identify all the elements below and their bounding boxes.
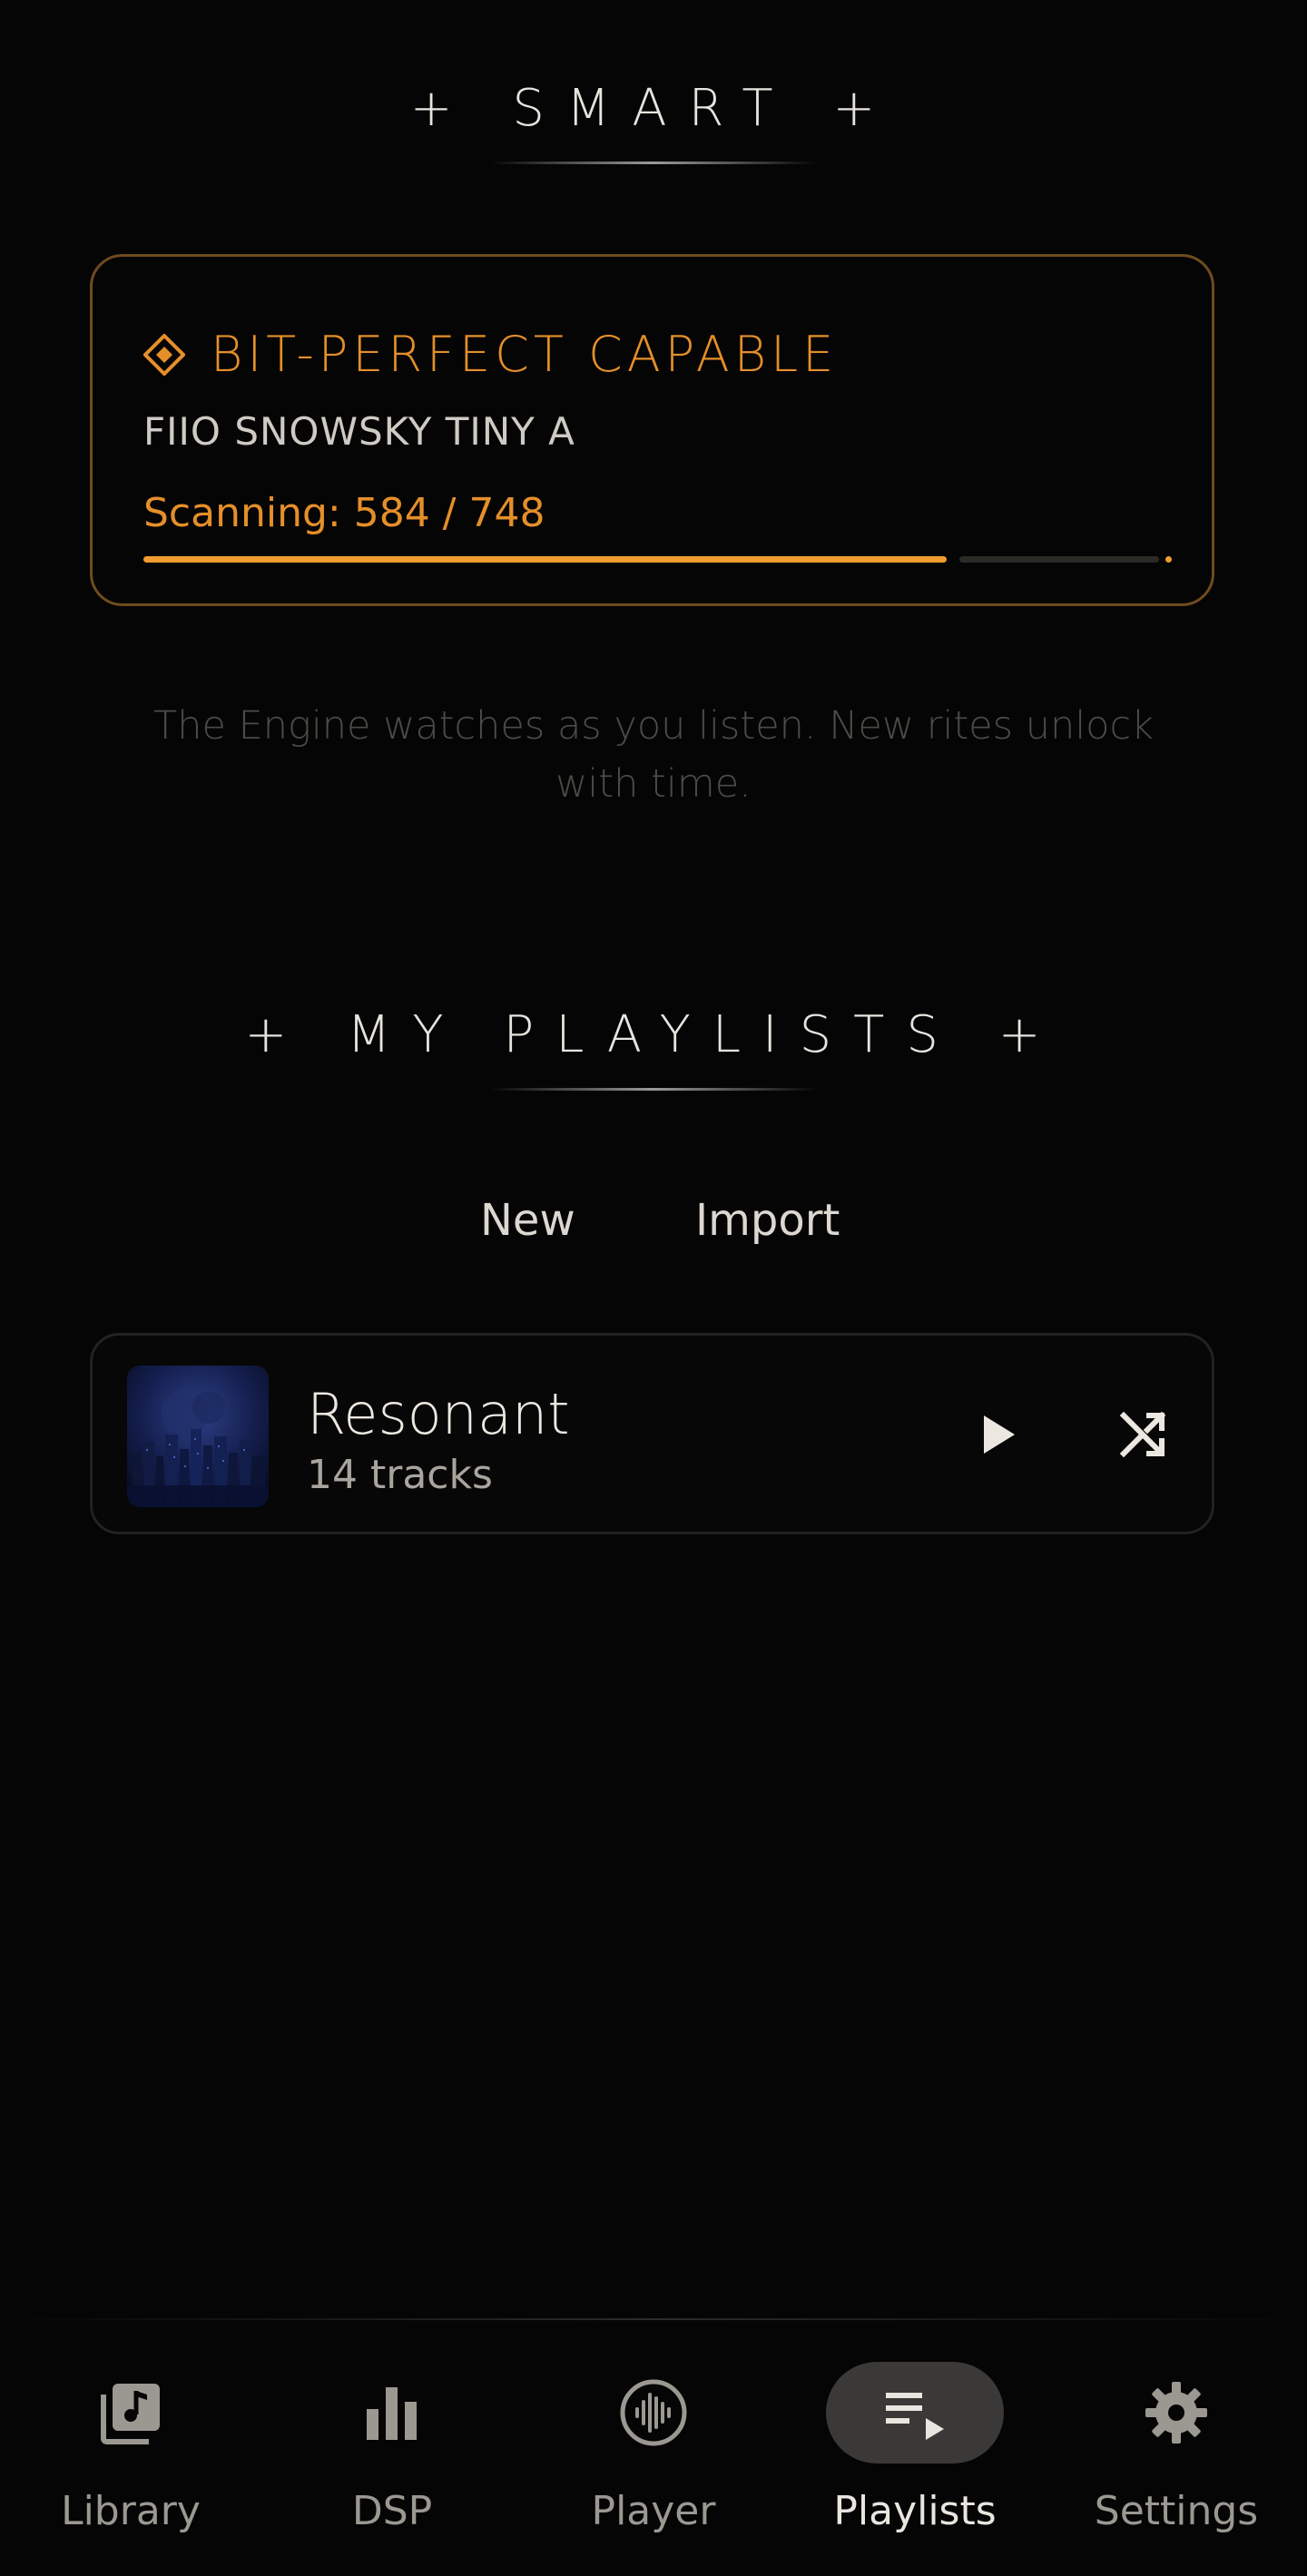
scan-progress-fill (143, 556, 947, 563)
nav-label-dsp: DSP (351, 2488, 433, 2534)
scan-progress-remaining (959, 556, 1159, 563)
playlist-artwork (127, 1366, 269, 1507)
new-playlist-button[interactable]: New (480, 1184, 575, 1257)
scan-progress-bar (143, 556, 1172, 563)
nav-item-dsp[interactable]: DSP (261, 2320, 523, 2576)
nav-settings-icon-wrap (1087, 2362, 1265, 2463)
nav-item-settings[interactable]: Settings (1046, 2320, 1307, 2576)
bit-perfect-device-card: BIT-PERFECT CAPABLE FIIO SNOWSKY TINY A … (90, 254, 1214, 606)
smart-section-header: + SMART + (0, 83, 1307, 164)
scan-progress-text: Scanning: 584 / 748 (143, 490, 545, 536)
library-music-icon (101, 2384, 160, 2444)
import-playlist-button[interactable]: Import (695, 1184, 840, 1257)
playlists-section-divider (490, 1088, 817, 1091)
playlists-section-title: + MY PLAYLISTS + (244, 1005, 1063, 1064)
nav-item-player[interactable]: Player (523, 2320, 784, 2576)
nav-player-icon-wrap (565, 2362, 742, 2463)
nav-playlists-icon-wrap (826, 2362, 1004, 2463)
smart-section-divider (490, 162, 817, 164)
waveform-disc-icon (620, 2379, 687, 2446)
shuffle-icon (1119, 1411, 1166, 1458)
bar-chart-icon (367, 2387, 417, 2440)
playlists-section-header: + MY PLAYLISTS + (0, 1010, 1307, 1091)
shuffle-playlist-button[interactable] (1102, 1394, 1184, 1475)
device-name: FIIO SNOWSKY TINY A (143, 409, 575, 454)
city-night-artwork (127, 1366, 269, 1507)
scan-progress-end-dot (1165, 556, 1172, 563)
nav-dsp-icon-wrap (303, 2362, 481, 2463)
bit-perfect-status-label: BIT-PERFECT CAPABLE (211, 326, 839, 383)
playlist-name[interactable]: Resonant (307, 1381, 570, 1447)
playlist-track-count: 14 tracks (307, 1452, 493, 1498)
smart-section-title: + SMART + (409, 79, 898, 138)
nav-item-library[interactable]: Library (0, 2320, 261, 2576)
nav-label-playlists: Playlists (833, 2488, 997, 2534)
diamond-icon (143, 333, 185, 376)
playlist-play-icon (886, 2393, 944, 2440)
playlist-actions: New Import (0, 1184, 1307, 1257)
bottom-navigation: Library DSP Player Playlists Settings (0, 2320, 1307, 2576)
gear-icon (1145, 2382, 1207, 2444)
playlist-card-resonant[interactable]: Resonant 14 tracks (90, 1333, 1214, 1534)
engine-info-note: The Engine watches as you listen. New ri… (152, 703, 1155, 807)
nav-label-player: Player (591, 2488, 716, 2534)
play-icon (984, 1415, 1015, 1454)
nav-item-playlists[interactable]: Playlists (784, 2320, 1046, 2576)
nav-library-icon-wrap (42, 2362, 220, 2463)
bit-perfect-status-row: BIT-PERFECT CAPABLE (143, 326, 838, 383)
nav-label-library: Library (61, 2488, 201, 2534)
play-playlist-button[interactable] (957, 1394, 1038, 1475)
nav-label-settings: Settings (1094, 2488, 1259, 2534)
